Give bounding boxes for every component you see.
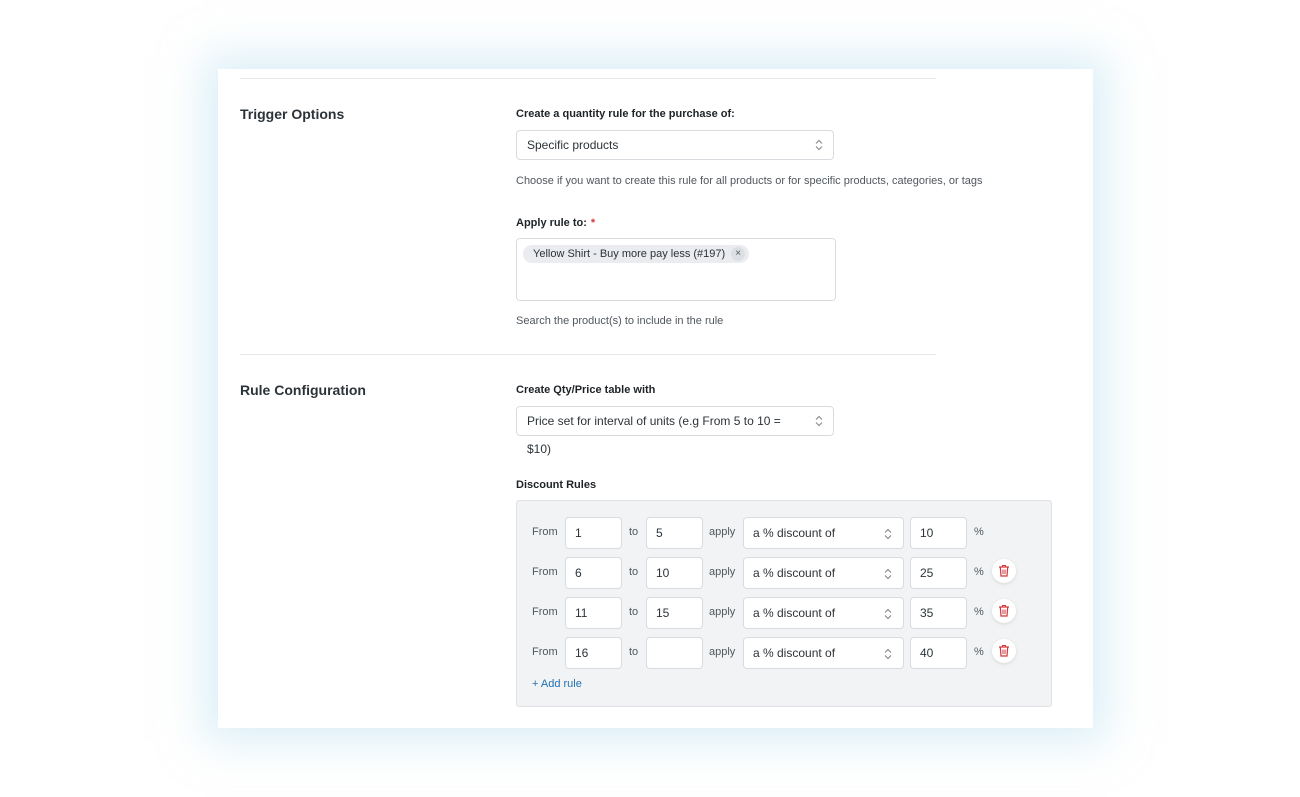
discount-rule-row-3: From 11 to 15 apply a % discount of 35 % (517, 597, 1051, 629)
delete-rule-button[interactable] (992, 559, 1016, 583)
discount-type-value: a % discount of (753, 646, 836, 660)
from-text: From (532, 646, 558, 658)
chevron-up-down-icon (815, 415, 823, 427)
qty-price-table-label: Create Qty/Price table with (516, 384, 656, 396)
discount-rules-panel: From 1 to 5 apply a % discount of 10 % F… (516, 500, 1052, 707)
to-input[interactable]: 5 (646, 517, 703, 549)
chevron-up-down-icon (884, 568, 892, 580)
apply-rule-label: Apply rule to: * (516, 217, 595, 229)
required-mark: * (590, 217, 596, 229)
trash-icon (999, 564, 1009, 577)
to-input[interactable] (646, 637, 703, 669)
discount-type-value: a % discount of (753, 526, 836, 540)
qty-price-table-value: Price set for interval of units (e.g Fro… (527, 414, 781, 456)
discount-type-select[interactable]: a % discount of (743, 557, 904, 589)
settings-card: Trigger Options Create a quantity rule f… (218, 69, 1093, 728)
chevron-up-down-icon (884, 648, 892, 660)
discount-type-value: a % discount of (753, 606, 836, 620)
discount-type-select[interactable]: a % discount of (743, 637, 904, 669)
to-text: to (629, 606, 639, 618)
chevron-up-down-icon (815, 139, 823, 151)
delete-rule-button[interactable] (992, 639, 1016, 663)
divider-middle (240, 354, 936, 355)
discount-rules-label: Discount Rules (516, 479, 597, 491)
add-rule-link[interactable]: + Add rule (532, 678, 582, 690)
to-input[interactable]: 10 (646, 557, 703, 589)
trash-icon (999, 644, 1009, 657)
discount-amount-input[interactable]: 25 (910, 557, 967, 589)
section-title-trigger-options: Trigger Options (240, 106, 345, 122)
discount-rule-row-4: From 16 to apply a % discount of 40 % (517, 637, 1051, 669)
from-input[interactable]: 6 (565, 557, 622, 589)
apply-text: apply (709, 566, 736, 578)
purchase-label: Create a quantity rule for the purchase … (516, 108, 735, 120)
from-input[interactable]: 11 (565, 597, 622, 629)
trash-icon (999, 604, 1009, 617)
to-input[interactable]: 15 (646, 597, 703, 629)
apply-text: apply (709, 646, 736, 658)
qty-price-table-select[interactable]: Price set for interval of units (e.g Fro… (516, 406, 834, 456)
product-chip: Yellow Shirt - Buy more pay less (#197) … (523, 245, 750, 263)
percent-unit: % (974, 606, 984, 618)
discount-amount-input[interactable]: 10 (910, 517, 967, 549)
discount-type-select[interactable]: a % discount of (743, 597, 904, 629)
apply-text: apply (709, 606, 736, 618)
purchase-type-select[interactable]: Specific products (516, 130, 834, 160)
apply-text: apply (709, 526, 736, 538)
percent-unit: % (974, 526, 984, 538)
apply-rule-product-field[interactable]: Yellow Shirt - Buy more pay less (#197) … (516, 238, 836, 301)
to-text: to (629, 646, 639, 658)
delete-rule-button[interactable] (992, 599, 1016, 623)
from-input[interactable]: 16 (565, 637, 622, 669)
to-text: to (629, 566, 639, 578)
discount-amount-input[interactable]: 35 (910, 597, 967, 629)
purchase-help-text: Choose if you want to create this rule f… (516, 175, 983, 187)
to-text: to (629, 526, 639, 538)
from-text: From (532, 566, 558, 578)
percent-unit: % (974, 566, 984, 578)
search-help-text: Search the product(s) to include in the … (516, 315, 724, 327)
divider-top (240, 78, 936, 79)
chip-remove-icon[interactable]: × (731, 247, 746, 261)
product-chip-label: Yellow Shirt - Buy more pay less (#197) (533, 248, 726, 260)
discount-rule-row-1: From 1 to 5 apply a % discount of 10 % (517, 517, 1051, 549)
from-input[interactable]: 1 (565, 517, 622, 549)
purchase-type-value: Specific products (527, 138, 619, 152)
section-title-rule-configuration: Rule Configuration (240, 382, 366, 398)
from-text: From (532, 526, 558, 538)
from-text: From (532, 606, 558, 618)
apply-rule-label-text: Apply rule to: (516, 217, 587, 229)
discount-type-value: a % discount of (753, 566, 836, 580)
discount-rule-row-2: From 6 to 10 apply a % discount of 25 % (517, 557, 1051, 589)
percent-unit: % (974, 646, 984, 658)
discount-amount-input[interactable]: 40 (910, 637, 967, 669)
chevron-up-down-icon (884, 608, 892, 620)
discount-type-select[interactable]: a % discount of (743, 517, 904, 549)
chevron-up-down-icon (884, 528, 892, 540)
